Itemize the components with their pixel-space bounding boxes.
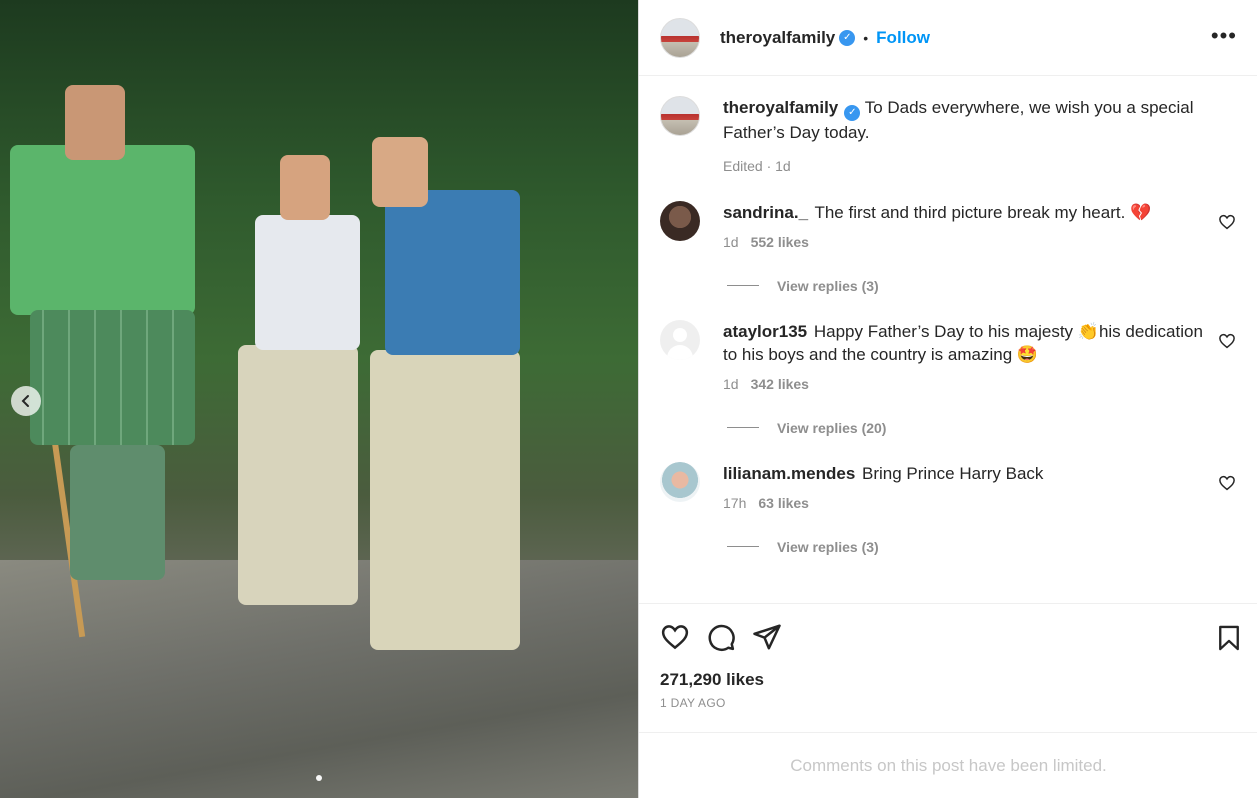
comment-likes[interactable]: 552 likes — [751, 234, 809, 250]
comment-item: lilianam.mendes Bring Prince Harry Back … — [660, 461, 1236, 555]
carousel-dots — [0, 775, 638, 781]
more-icon[interactable]: ••• — [1211, 25, 1237, 47]
photo-figure — [238, 345, 358, 605]
post-date: 1 DAY AGO — [660, 696, 726, 710]
comment-age: 1d — [723, 375, 739, 392]
view-replies-label: View replies (20) — [777, 419, 887, 436]
photo-figure — [280, 155, 330, 220]
view-replies-button[interactable]: View replies (20) — [723, 420, 1206, 436]
avatar[interactable] — [660, 461, 700, 502]
header-separator: • — [863, 29, 869, 46]
follow-button[interactable]: Follow — [876, 28, 930, 48]
view-replies-label: View replies (3) — [777, 277, 879, 294]
photo-figure — [372, 137, 428, 207]
replies-divider — [727, 546, 759, 547]
carousel-dot — [316, 775, 322, 781]
comment-username[interactable]: sandrina._ — [723, 203, 808, 222]
post-side-panel: theroyalfamily ✓ • Follow ••• theroyalfa… — [638, 0, 1257, 798]
comment-username[interactable]: lilianam.mendes — [723, 464, 855, 483]
carousel-prev-button[interactable] — [11, 386, 41, 416]
post-header: theroyalfamily ✓ • Follow ••• — [639, 0, 1257, 76]
photo-figure — [370, 350, 520, 650]
photo-figure — [30, 310, 195, 445]
comment-username[interactable]: ataylor135 — [723, 322, 807, 341]
comments-limited-notice: Comments on this post have been limited. — [639, 732, 1257, 798]
header-username[interactable]: theroyalfamily — [720, 28, 835, 48]
post-actions: 271,290 likes 1 DAY AGO — [639, 603, 1257, 733]
avatar[interactable] — [660, 17, 700, 58]
post-caption: theroyalfamily ✓ To Dads everywhere, we w… — [660, 76, 1236, 174]
likes-count[interactable]: 271,290 likes — [660, 670, 1236, 690]
comment-item: sandrina._ The first and third picture b… — [660, 200, 1236, 294]
view-replies-button[interactable]: View replies (3) — [723, 539, 1206, 555]
comment-likes[interactable]: 342 likes — [751, 376, 809, 392]
avatar[interactable] — [660, 200, 700, 241]
photo-figure — [255, 215, 360, 350]
post-photo[interactable] — [0, 0, 638, 798]
heart-icon[interactable] — [1218, 474, 1236, 492]
photo-figure — [385, 190, 520, 355]
chevron-left-icon — [21, 395, 29, 407]
avatar[interactable] — [660, 96, 700, 136]
comment-icon[interactable] — [706, 622, 736, 652]
heart-icon[interactable] — [1218, 213, 1236, 231]
share-icon[interactable] — [752, 622, 782, 652]
heart-icon[interactable] — [1218, 332, 1236, 350]
replies-divider — [727, 427, 759, 428]
photo-figure — [65, 85, 125, 160]
view-replies-label: View replies (3) — [777, 538, 879, 555]
comment-text: Bring Prince Harry Back — [862, 463, 1044, 483]
comment-likes[interactable]: 63 likes — [758, 495, 809, 511]
caption-meta: Edited · 1d — [723, 157, 791, 174]
verified-icon: ✓ — [844, 104, 861, 121]
verified-icon: ✓ — [839, 29, 856, 46]
replies-divider — [727, 285, 759, 286]
comments-list[interactable]: theroyalfamily ✓ To Dads everywhere, we w… — [639, 76, 1257, 603]
view-replies-button[interactable]: View replies (3) — [723, 278, 1206, 294]
heart-icon[interactable] — [660, 622, 690, 652]
caption-username[interactable]: theroyalfamily — [723, 98, 838, 117]
avatar[interactable] — [660, 319, 700, 360]
photo-figure — [70, 445, 165, 580]
photo-figure — [10, 145, 195, 315]
comment-age: 1d — [723, 233, 739, 250]
comment-text: The first and third picture break my hea… — [814, 202, 1152, 222]
comment-age: 17h — [723, 494, 747, 511]
bookmark-icon[interactable] — [1215, 624, 1243, 652]
comment-item: ataylor135 Happy Father’s Day to his maj… — [660, 319, 1236, 436]
